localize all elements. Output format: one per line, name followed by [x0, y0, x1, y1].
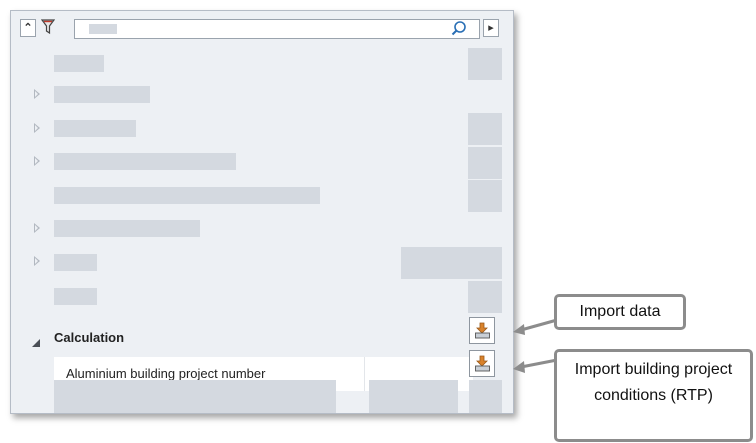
callout-import-data: Import data [554, 294, 686, 330]
callout-import-building-project-conditions: Import building project conditions (RTP) [554, 349, 753, 442]
